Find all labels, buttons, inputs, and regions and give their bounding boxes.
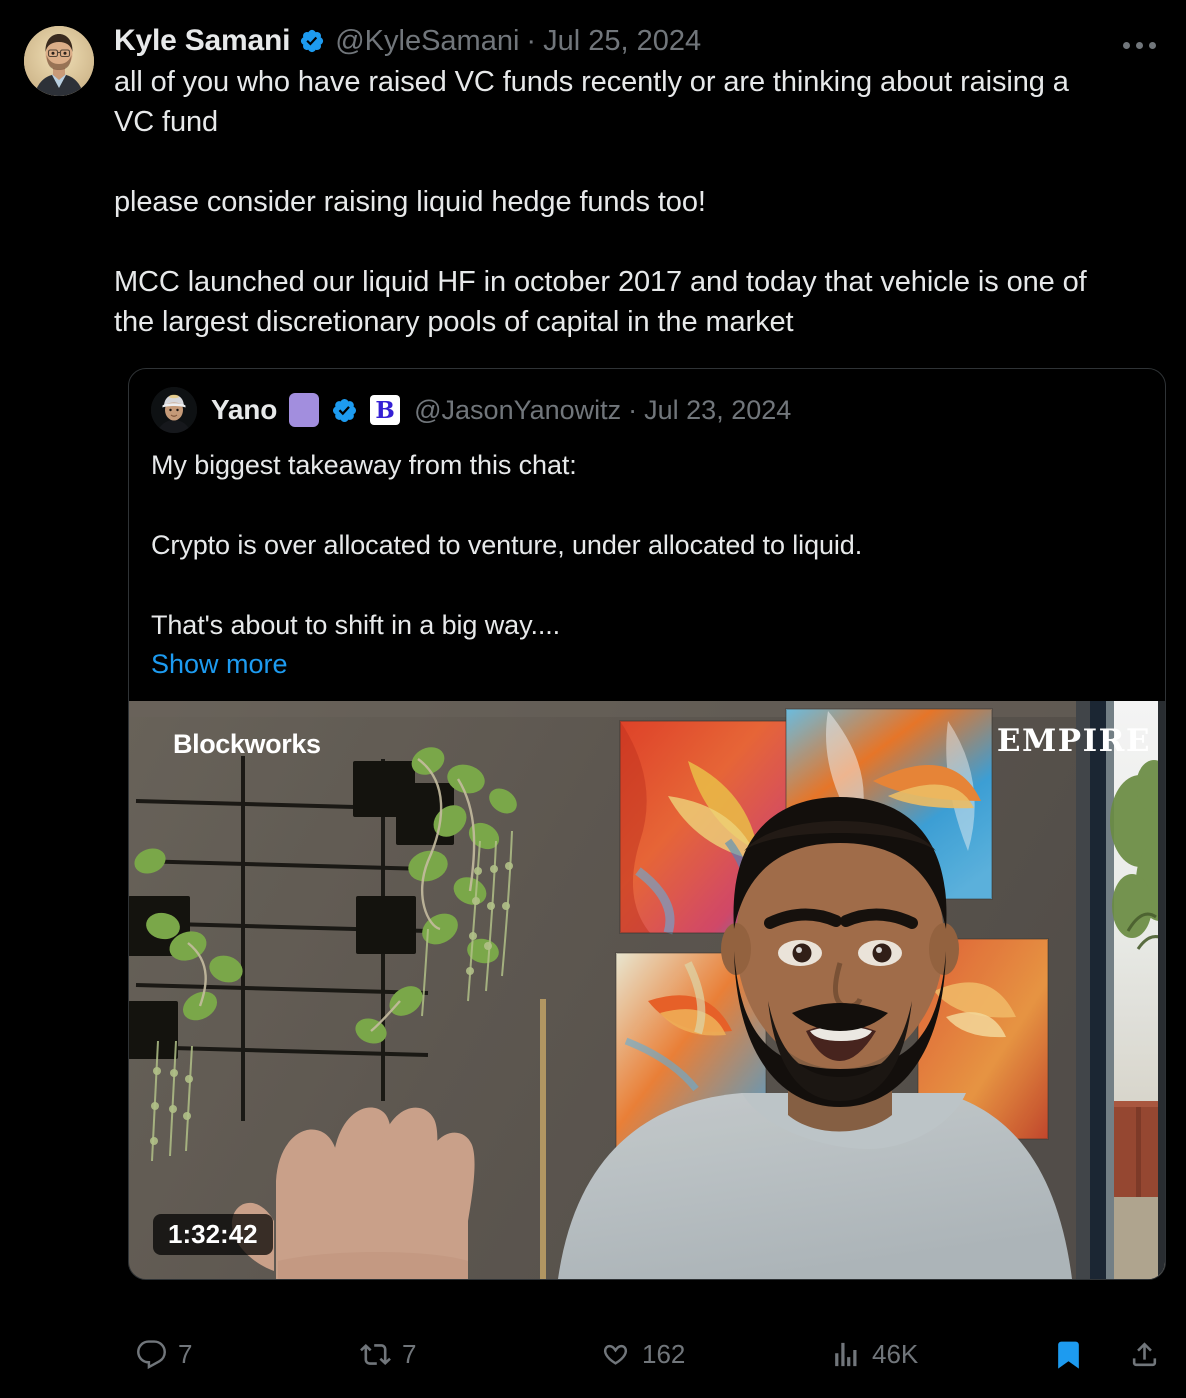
repost-count: 7 bbox=[402, 1338, 417, 1369]
reply-icon bbox=[136, 1339, 167, 1370]
quoted-tweet-text: My biggest takeaway from this chat: Cryp… bbox=[151, 450, 863, 640]
author-line: Kyle Samani @KyleSamani · Jul 25, 2024 bbox=[114, 22, 1092, 60]
more-options-icon[interactable] bbox=[1116, 28, 1162, 62]
bookmark-button[interactable] bbox=[1053, 1330, 1095, 1378]
brand-logo: Blockworks bbox=[173, 729, 321, 759]
quoted-tweet-header: Yano B @JasonYanowitz · Jul 23, 2024 bbox=[129, 369, 1165, 433]
purple-square-emoji bbox=[289, 393, 320, 427]
show-more-link[interactable]: Show more bbox=[129, 645, 310, 701]
video-thumbnail[interactable]: Blockworks EMPIRE 1:32:42 bbox=[129, 701, 1165, 1279]
avatar-jason-yanowitz bbox=[151, 387, 197, 433]
show-logo: EMPIRE bbox=[996, 723, 1151, 759]
tweet-date[interactable]: Jul 25, 2024 bbox=[543, 26, 701, 56]
author-display-name[interactable]: Kyle Samani bbox=[114, 26, 290, 56]
video-scene-image bbox=[129, 701, 1165, 1279]
share-button[interactable] bbox=[1129, 1330, 1171, 1378]
heart-icon bbox=[600, 1339, 631, 1370]
reply-count: 7 bbox=[178, 1338, 193, 1369]
repost-icon bbox=[360, 1339, 391, 1370]
like-count: 162 bbox=[642, 1338, 686, 1369]
more-dot bbox=[1148, 41, 1156, 49]
tweet-container: Kyle Samani @KyleSamani · Jul 25, 2024 a… bbox=[0, 0, 1186, 1398]
views-count: 46K bbox=[872, 1338, 919, 1369]
views-button[interactable]: 46K bbox=[830, 1330, 918, 1378]
avatar[interactable] bbox=[24, 26, 94, 96]
quoted-header-separator: · bbox=[628, 394, 638, 425]
blockworks-affiliate-badge[interactable]: B bbox=[370, 395, 401, 425]
repost-button[interactable]: 7 bbox=[360, 1330, 416, 1378]
tweet-action-bar: 7 7 162 46K bbox=[24, 1328, 1162, 1380]
avatar-kyle-samani bbox=[24, 26, 94, 96]
affiliate-badge-letter: B bbox=[375, 396, 395, 424]
quoted-author-display-name[interactable]: Yano bbox=[211, 394, 277, 426]
bookmark-filled-icon bbox=[1053, 1339, 1084, 1370]
reply-button[interactable]: 7 bbox=[136, 1330, 192, 1378]
quoted-tweet-card[interactable]: Yano B @JasonYanowitz · Jul 23, 2024 My … bbox=[128, 368, 1166, 1280]
more-dot bbox=[1122, 41, 1130, 49]
share-icon bbox=[1129, 1339, 1160, 1370]
author-handle[interactable]: @KyleSamani bbox=[335, 26, 519, 56]
more-dot bbox=[1135, 41, 1143, 49]
video-duration-badge: 1:32:42 bbox=[153, 1214, 273, 1255]
tweet-header: Kyle Samani @KyleSamani · Jul 25, 2024 a… bbox=[24, 22, 1162, 342]
tweet-text: all of you who have raised VC funds rece… bbox=[114, 66, 1087, 338]
quoted-tweet-date[interactable]: Jul 23, 2024 bbox=[644, 395, 791, 426]
quoted-avatar[interactable] bbox=[151, 387, 197, 433]
header-separator: · bbox=[526, 24, 537, 57]
quoted-author-handle[interactable]: @JasonYanowitz bbox=[414, 395, 621, 426]
like-button[interactable]: 162 bbox=[600, 1330, 685, 1378]
views-icon bbox=[830, 1339, 861, 1370]
verified-badge-icon bbox=[331, 397, 358, 424]
verified-badge-icon bbox=[299, 28, 325, 54]
tweet-header-body: Kyle Samani @KyleSamani · Jul 25, 2024 a… bbox=[114, 22, 1162, 342]
